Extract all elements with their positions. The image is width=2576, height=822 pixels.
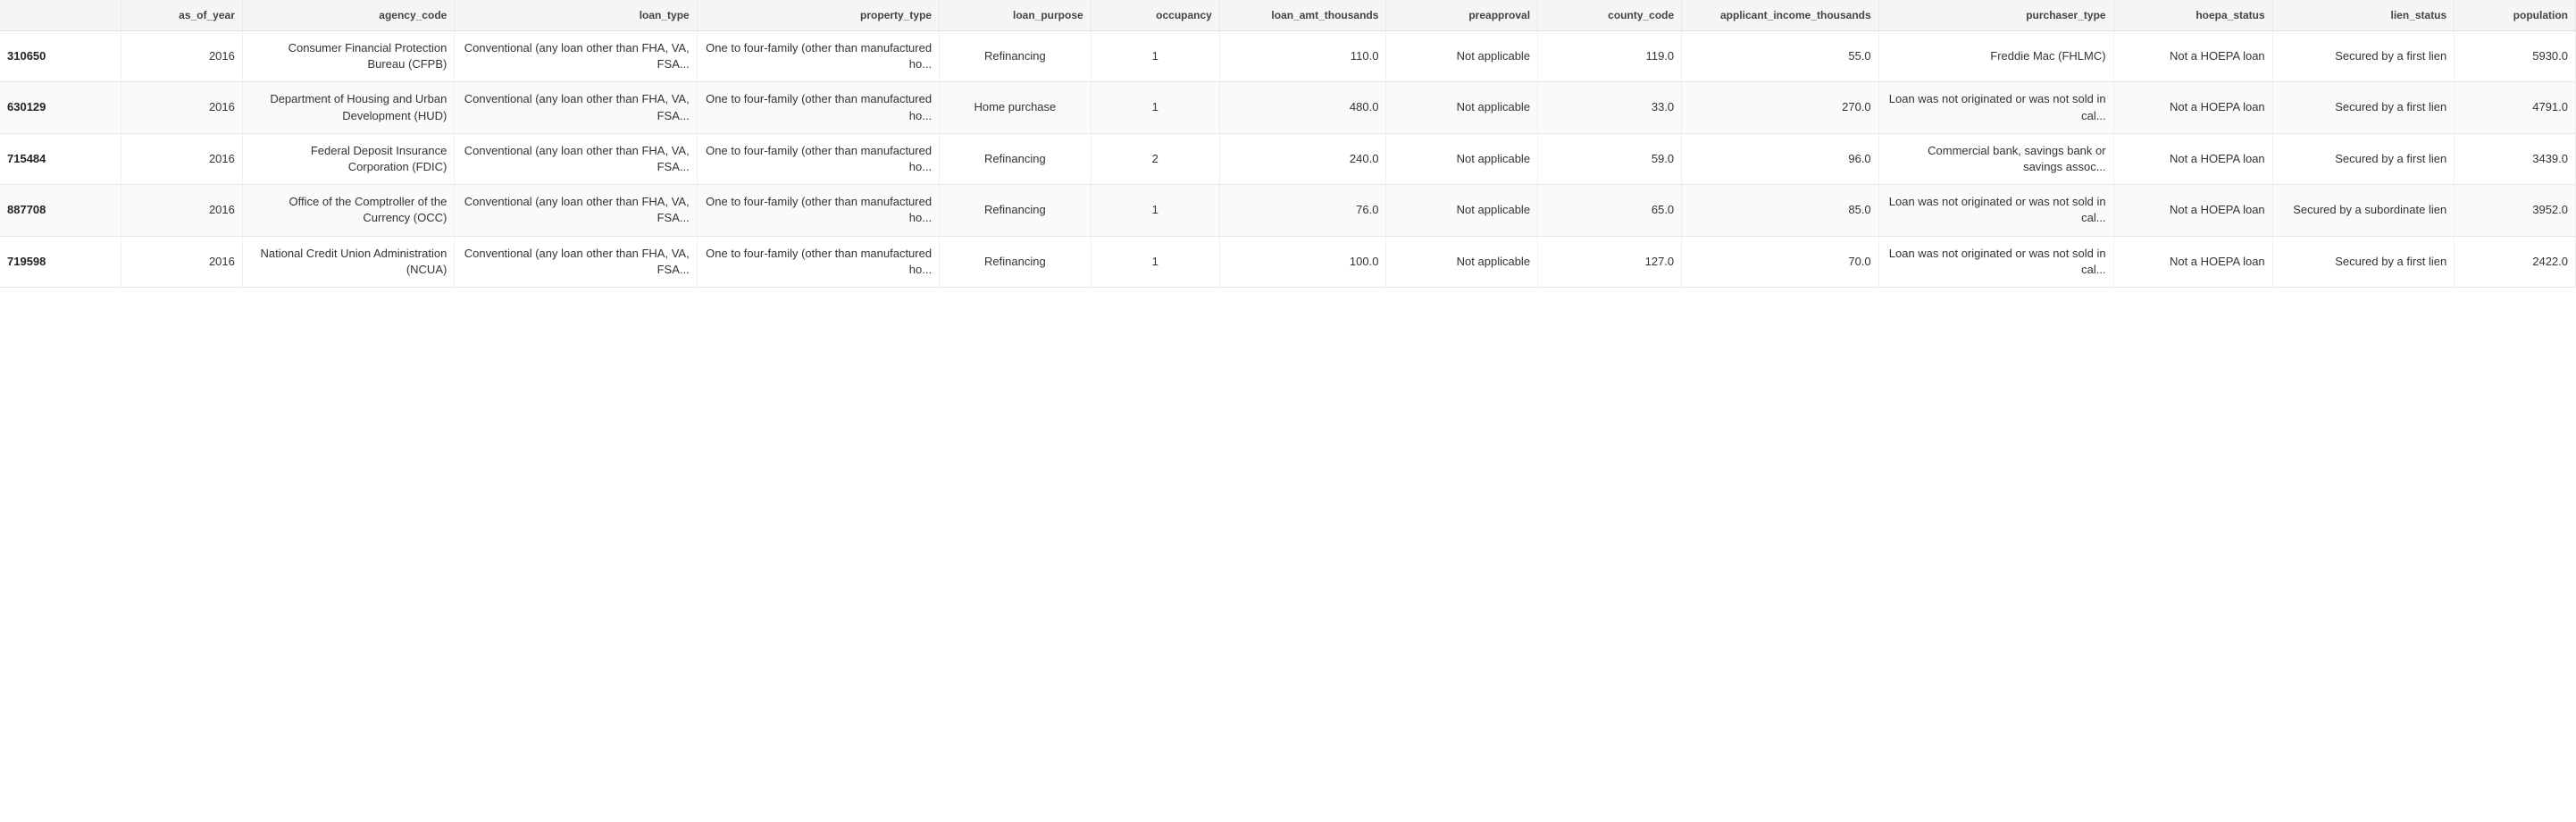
cell-loan_type: Conventional (any loan other than FHA, V… bbox=[455, 185, 697, 236]
cell-loan_purpose: Home purchase bbox=[940, 82, 1091, 133]
cell-purchaser_type: Loan was not originated or was not sold … bbox=[1878, 185, 2113, 236]
cell-as_of_year: 2016 bbox=[121, 82, 243, 133]
cell-id: 310650 bbox=[0, 31, 121, 82]
cell-occupancy: 1 bbox=[1091, 236, 1219, 287]
cell-agency_code: Office of the Comptroller of the Currenc… bbox=[242, 185, 454, 236]
col-header-as-of-year[interactable]: as_of_year bbox=[121, 0, 243, 31]
cell-hoepa_status: Not a HOEPA loan bbox=[2113, 236, 2272, 287]
cell-population: 3952.0 bbox=[2455, 185, 2576, 236]
cell-loan_amt_thousands: 110.0 bbox=[1219, 31, 1386, 82]
cell-lien_status: Secured by a first lien bbox=[2272, 133, 2455, 184]
cell-id: 715484 bbox=[0, 133, 121, 184]
cell-loan_type: Conventional (any loan other than FHA, V… bbox=[455, 82, 697, 133]
cell-as_of_year: 2016 bbox=[121, 31, 243, 82]
table-row: 7195982016National Credit Union Administ… bbox=[0, 236, 2576, 287]
cell-occupancy: 2 bbox=[1091, 133, 1219, 184]
col-header-loan-purpose[interactable]: loan_purpose bbox=[940, 0, 1091, 31]
cell-population: 2422.0 bbox=[2455, 236, 2576, 287]
col-header-hoepa-status[interactable]: hoepa_status bbox=[2113, 0, 2272, 31]
cell-preapproval: Not applicable bbox=[1386, 31, 1538, 82]
cell-occupancy: 1 bbox=[1091, 82, 1219, 133]
table-row: 7154842016Federal Deposit Insurance Corp… bbox=[0, 133, 2576, 184]
cell-agency_code: National Credit Union Administration (NC… bbox=[242, 236, 454, 287]
cell-agency_code: Consumer Financial Protection Bureau (CF… bbox=[242, 31, 454, 82]
cell-applicant_income_thousands: 85.0 bbox=[1682, 185, 1879, 236]
cell-county_code: 59.0 bbox=[1538, 133, 1682, 184]
cell-preapproval: Not applicable bbox=[1386, 133, 1538, 184]
col-header-loan-type[interactable]: loan_type bbox=[455, 0, 697, 31]
cell-property_type: One to four-family (other than manufactu… bbox=[697, 236, 939, 287]
cell-population: 3439.0 bbox=[2455, 133, 2576, 184]
cell-id: 630129 bbox=[0, 82, 121, 133]
cell-loan_type: Conventional (any loan other than FHA, V… bbox=[455, 236, 697, 287]
cell-loan_amt_thousands: 100.0 bbox=[1219, 236, 1386, 287]
cell-id: 887708 bbox=[0, 185, 121, 236]
cell-agency_code: Department of Housing and Urban Developm… bbox=[242, 82, 454, 133]
col-header-lien-status[interactable]: lien_status bbox=[2272, 0, 2455, 31]
cell-property_type: One to four-family (other than manufactu… bbox=[697, 31, 939, 82]
cell-lien_status: Secured by a first lien bbox=[2272, 82, 2455, 133]
cell-hoepa_status: Not a HOEPA loan bbox=[2113, 133, 2272, 184]
table-row: 6301292016Department of Housing and Urba… bbox=[0, 82, 2576, 133]
col-header-county-code[interactable]: county_code bbox=[1538, 0, 1682, 31]
table-row: 8877082016Office of the Comptroller of t… bbox=[0, 185, 2576, 236]
cell-loan_purpose: Refinancing bbox=[940, 236, 1091, 287]
cell-applicant_income_thousands: 70.0 bbox=[1682, 236, 1879, 287]
cell-lien_status: Secured by a first lien bbox=[2272, 236, 2455, 287]
cell-county_code: 65.0 bbox=[1538, 185, 1682, 236]
col-header-preapproval[interactable]: preapproval bbox=[1386, 0, 1538, 31]
cell-hoepa_status: Not a HOEPA loan bbox=[2113, 185, 2272, 236]
cell-occupancy: 1 bbox=[1091, 31, 1219, 82]
col-header-agency-code[interactable]: agency_code bbox=[242, 0, 454, 31]
cell-loan_type: Conventional (any loan other than FHA, V… bbox=[455, 133, 697, 184]
cell-as_of_year: 2016 bbox=[121, 133, 243, 184]
cell-county_code: 127.0 bbox=[1538, 236, 1682, 287]
cell-preapproval: Not applicable bbox=[1386, 185, 1538, 236]
cell-purchaser_type: Commercial bank, savings bank or savings… bbox=[1878, 133, 2113, 184]
cell-county_code: 33.0 bbox=[1538, 82, 1682, 133]
data-table: as_of_year agency_code loan_type propert… bbox=[0, 0, 2576, 288]
cell-id: 719598 bbox=[0, 236, 121, 287]
cell-population: 4791.0 bbox=[2455, 82, 2576, 133]
cell-property_type: One to four-family (other than manufactu… bbox=[697, 133, 939, 184]
col-header-applicant-income[interactable]: applicant_income_thousands bbox=[1682, 0, 1879, 31]
cell-loan_purpose: Refinancing bbox=[940, 31, 1091, 82]
cell-agency_code: Federal Deposit Insurance Corporation (F… bbox=[242, 133, 454, 184]
cell-applicant_income_thousands: 55.0 bbox=[1682, 31, 1879, 82]
cell-loan_purpose: Refinancing bbox=[940, 133, 1091, 184]
col-header-property-type[interactable]: property_type bbox=[697, 0, 939, 31]
cell-loan_amt_thousands: 76.0 bbox=[1219, 185, 1386, 236]
cell-applicant_income_thousands: 270.0 bbox=[1682, 82, 1879, 133]
cell-occupancy: 1 bbox=[1091, 185, 1219, 236]
cell-as_of_year: 2016 bbox=[121, 185, 243, 236]
col-header-population[interactable]: population bbox=[2455, 0, 2576, 31]
cell-lien_status: Secured by a first lien bbox=[2272, 31, 2455, 82]
cell-purchaser_type: Loan was not originated or was not sold … bbox=[1878, 236, 2113, 287]
cell-preapproval: Not applicable bbox=[1386, 82, 1538, 133]
cell-property_type: One to four-family (other than manufactu… bbox=[697, 185, 939, 236]
cell-county_code: 119.0 bbox=[1538, 31, 1682, 82]
cell-hoepa_status: Not a HOEPA loan bbox=[2113, 31, 2272, 82]
cell-loan_amt_thousands: 480.0 bbox=[1219, 82, 1386, 133]
col-header-occupancy[interactable]: occupancy bbox=[1091, 0, 1219, 31]
cell-loan_amt_thousands: 240.0 bbox=[1219, 133, 1386, 184]
col-header-purchaser-type[interactable]: purchaser_type bbox=[1878, 0, 2113, 31]
cell-loan_purpose: Refinancing bbox=[940, 185, 1091, 236]
col-header-id bbox=[0, 0, 121, 31]
cell-loan_type: Conventional (any loan other than FHA, V… bbox=[455, 31, 697, 82]
cell-property_type: One to four-family (other than manufactu… bbox=[697, 82, 939, 133]
cell-hoepa_status: Not a HOEPA loan bbox=[2113, 82, 2272, 133]
cell-applicant_income_thousands: 96.0 bbox=[1682, 133, 1879, 184]
cell-purchaser_type: Freddie Mac (FHLMC) bbox=[1878, 31, 2113, 82]
cell-lien_status: Secured by a subordinate lien bbox=[2272, 185, 2455, 236]
cell-as_of_year: 2016 bbox=[121, 236, 243, 287]
table-header-row: as_of_year agency_code loan_type propert… bbox=[0, 0, 2576, 31]
col-header-loan-amt[interactable]: loan_amt_thousands bbox=[1219, 0, 1386, 31]
cell-population: 5930.0 bbox=[2455, 31, 2576, 82]
cell-purchaser_type: Loan was not originated or was not sold … bbox=[1878, 82, 2113, 133]
cell-preapproval: Not applicable bbox=[1386, 236, 1538, 287]
table-row: 3106502016Consumer Financial Protection … bbox=[0, 31, 2576, 82]
